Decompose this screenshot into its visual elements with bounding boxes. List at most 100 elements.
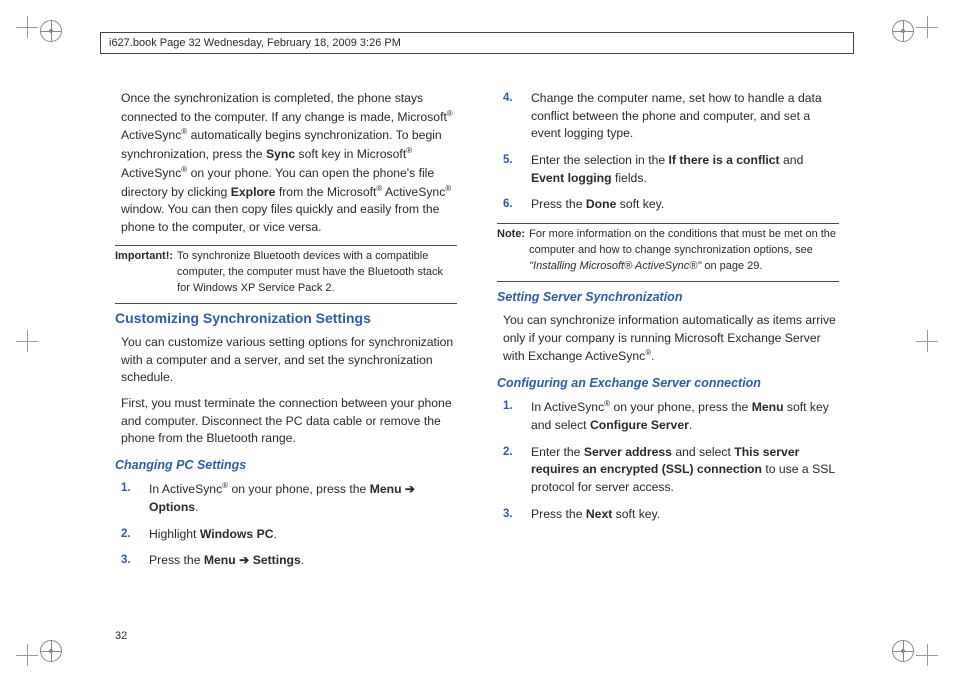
server-address-label: Server address xyxy=(584,445,672,459)
registered-mark: ® xyxy=(376,184,382,193)
header-text: i627.book Page 32 Wednesday, February 18… xyxy=(109,37,401,49)
explore-label: Explore xyxy=(231,185,276,199)
step-number: 3. xyxy=(503,506,513,523)
step-number: 1. xyxy=(503,398,513,415)
intro-paragraph: Once the synchronization is completed, t… xyxy=(121,90,457,237)
text: Press the xyxy=(531,507,586,521)
note-text: For more information on the conditions t… xyxy=(529,227,839,275)
section-heading-customizing: Customizing Synchronization Settings xyxy=(115,308,457,328)
step-number: 4. xyxy=(503,90,513,107)
options-label: Options xyxy=(149,500,195,514)
menu-label: Menu xyxy=(204,553,236,567)
crop-mark xyxy=(16,644,38,666)
right-column: 4. Change the computer name, set how to … xyxy=(497,90,839,622)
registered-mark: ® xyxy=(181,127,187,136)
text: on your phone, press the xyxy=(228,482,370,496)
text: soft key. xyxy=(616,197,664,211)
step-number: 6. xyxy=(503,196,513,213)
text: You can synchronize information automati… xyxy=(503,313,836,363)
cross-reference: "Installing Microsoft® ActiveSync®" xyxy=(529,260,701,272)
step-4: 4. Change the computer name, set how to … xyxy=(527,90,839,143)
header-frame: i627.book Page 32 Wednesday, February 18… xyxy=(100,32,854,54)
sync-label: Sync xyxy=(266,147,295,161)
left-column: Once the synchronization is completed, t… xyxy=(115,90,457,622)
subheading-server-sync: Setting Server Synchronization xyxy=(497,288,839,306)
exchange-steps-list: 1. In ActiveSync® on your phone, press t… xyxy=(515,398,839,523)
text: Once the synchronization is completed, t… xyxy=(121,91,447,124)
text: soft key in Microsoft xyxy=(299,147,407,161)
text: on page 29. xyxy=(701,260,762,272)
registered-mark: ® xyxy=(447,109,453,118)
text: Change the computer name, set how to han… xyxy=(531,91,822,140)
text: window. You can then copy files quickly … xyxy=(121,202,439,234)
step-1: 1. In ActiveSync® on your phone, press t… xyxy=(145,480,457,516)
pc-steps-continued: 4. Change the computer name, set how to … xyxy=(515,90,839,214)
settings-label: Settings xyxy=(253,553,301,567)
step-2: 2. Enter the Server address and select T… xyxy=(527,444,839,497)
arrow-icon: ➔ xyxy=(402,482,416,496)
text: Press the xyxy=(149,553,204,567)
text: and xyxy=(780,153,804,167)
step-5: 5. Enter the selection in the If there i… xyxy=(527,152,839,187)
divider xyxy=(115,303,457,304)
text: . xyxy=(274,527,277,541)
text: fields. xyxy=(612,171,647,185)
server-sync-paragraph: You can synchronize information automati… xyxy=(503,312,839,366)
subheading-exchange-config: Configuring an Exchange Server connectio… xyxy=(497,374,839,392)
text: In ActiveSync xyxy=(531,400,604,414)
conflict-label: If there is a conflict xyxy=(669,153,780,167)
divider xyxy=(497,281,839,282)
crop-mark xyxy=(16,330,38,352)
crop-mark xyxy=(916,644,938,666)
divider xyxy=(115,245,457,246)
text: . xyxy=(301,553,304,567)
step-1: 1. In ActiveSync® on your phone, press t… xyxy=(527,398,839,434)
customize-p2: First, you must terminate the connection… xyxy=(121,395,457,448)
step-3: 3. Press the Next soft key. xyxy=(527,506,839,524)
done-label: Done xyxy=(586,197,616,211)
step-number: 2. xyxy=(121,526,131,543)
text: In ActiveSync xyxy=(149,482,222,496)
text: and select xyxy=(672,445,734,459)
text: on your phone, press the xyxy=(610,400,752,414)
crop-mark xyxy=(916,330,938,352)
page-number: 32 xyxy=(115,630,127,642)
configure-server-label: Configure Server xyxy=(590,418,689,432)
registered-mark: ® xyxy=(181,165,187,174)
step-6: 6. Press the Done soft key. xyxy=(527,196,839,214)
registered-mark: ® xyxy=(406,146,412,155)
text: Enter the xyxy=(531,445,584,459)
next-label: Next xyxy=(586,507,612,521)
important-note: Important!: To synchronize Bluetooth dev… xyxy=(115,249,457,297)
important-label: Important!: xyxy=(115,249,173,297)
text: For more information on the conditions t… xyxy=(529,228,836,256)
text: Press the xyxy=(531,197,586,211)
text: soft key. xyxy=(612,507,660,521)
divider xyxy=(497,223,839,224)
registration-mark-icon xyxy=(40,20,62,42)
text: from the Microsoft xyxy=(279,185,377,199)
event-logging-label: Event logging xyxy=(531,171,612,185)
step-2: 2. Highlight Windows PC. xyxy=(145,526,457,544)
registration-mark-icon xyxy=(892,640,914,662)
text: ActiveSync xyxy=(385,185,445,199)
text: . xyxy=(651,350,654,364)
step-number: 5. xyxy=(503,152,513,169)
crop-mark xyxy=(16,16,38,38)
menu-label: Menu xyxy=(370,482,402,496)
page-content: Once the synchronization is completed, t… xyxy=(115,90,839,622)
step-3: 3. Press the Menu ➔ Settings. xyxy=(145,552,457,570)
crop-mark xyxy=(916,16,938,38)
registered-mark: ® xyxy=(445,184,451,193)
registration-mark-icon xyxy=(892,20,914,42)
text: Highlight xyxy=(149,527,200,541)
text: ActiveSync xyxy=(121,166,181,180)
text: . xyxy=(195,500,198,514)
windows-pc-label: Windows PC xyxy=(200,527,274,541)
menu-label: Menu xyxy=(752,400,784,414)
important-text: To synchronize Bluetooth devices with a … xyxy=(177,249,457,297)
step-number: 3. xyxy=(121,552,131,569)
pc-steps-list: 1. In ActiveSync® on your phone, press t… xyxy=(133,480,457,570)
text: ActiveSync xyxy=(121,129,181,143)
note-label: Note: xyxy=(497,227,525,275)
